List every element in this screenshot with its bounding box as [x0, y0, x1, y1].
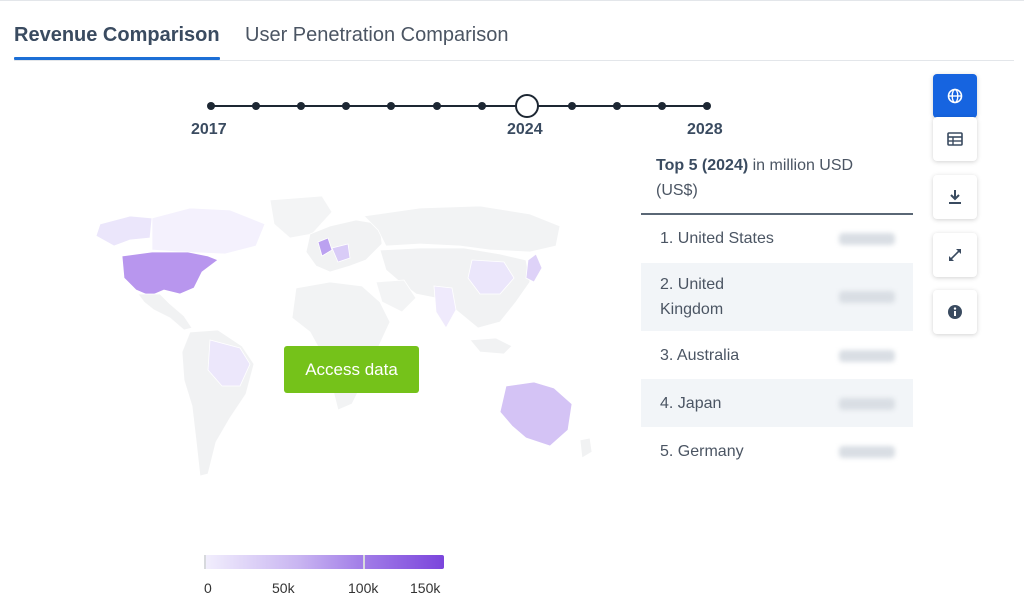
tab-bar: Revenue Comparison User Penetration Comp… [14, 22, 1014, 61]
download-button[interactable] [933, 175, 977, 219]
legend-label-0: 0 [204, 580, 212, 596]
country-united-states [121, 251, 219, 297]
info-button[interactable] [933, 290, 977, 334]
top5-title-bold: Top 5 (2024) [656, 157, 749, 174]
timeline-end-label: 2028 [687, 121, 723, 138]
top5-row: 3. Australia [641, 331, 913, 379]
timeline-dot-2025[interactable] [568, 102, 576, 110]
timeline-dot-2021[interactable] [387, 102, 395, 110]
access-data-button[interactable]: Access data [284, 346, 419, 393]
timeline-dot-2026[interactable] [613, 102, 621, 110]
country-australia [499, 381, 573, 447]
timeline-start-label: 2017 [191, 121, 227, 138]
tab-revenue-comparison[interactable]: Revenue Comparison [14, 24, 220, 60]
top5-row-label: 3. Australia [660, 347, 740, 364]
country-canada [151, 207, 266, 255]
country-mexico [137, 293, 193, 331]
top5-row: 4. Japan [641, 379, 913, 427]
country-japan [525, 253, 543, 283]
top5-row: 5. Germany [641, 427, 913, 475]
table-icon [947, 132, 963, 146]
top5-row-value-blurred [839, 350, 895, 362]
legend-label-50k: 50k [272, 580, 295, 596]
top-border [0, 0, 1024, 1]
info-icon [948, 305, 962, 319]
table-view-button[interactable] [933, 117, 977, 161]
expand-icon [949, 249, 961, 261]
country-russia [363, 205, 561, 253]
top5-title: Top 5 (2024) in million USD (US$) [656, 153, 896, 203]
timeline-selected-label: 2024 [507, 121, 543, 138]
legend-tick [204, 555, 206, 569]
timeline-dot-2022[interactable] [433, 102, 441, 110]
top5-row-value-blurred [839, 291, 895, 303]
world-map [95, 195, 593, 477]
timeline-dot-2027[interactable] [658, 102, 666, 110]
map-view-button[interactable] [933, 74, 977, 118]
legend-gradient-bar [204, 555, 444, 569]
year-timeline: 2017 2024 2028 [190, 85, 730, 145]
timeline-handle-selected[interactable] [515, 94, 539, 118]
fullscreen-button[interactable] [933, 233, 977, 277]
legend-label-100k: 100k [348, 580, 379, 596]
top5-row-label: 1. United States [660, 230, 774, 247]
timeline-track [211, 105, 708, 107]
download-icon [949, 190, 961, 204]
top5-row: 1. United States [641, 215, 913, 263]
timeline-dot-2020[interactable] [342, 102, 350, 110]
tab-user-penetration-comparison[interactable]: User Penetration Comparison [245, 24, 508, 47]
top5-row-value-blurred [839, 233, 895, 245]
globe-icon [947, 88, 963, 104]
region-indonesia [469, 337, 513, 355]
timeline-dot-2018[interactable] [252, 102, 260, 110]
country-new-zealand [579, 437, 593, 459]
top5-row-label: 2. United Kingdom [660, 276, 725, 318]
top5-row-label: 5. Germany [660, 443, 744, 460]
top5-row-label: 4. Japan [660, 395, 722, 412]
country-india [433, 285, 457, 329]
legend-label-150k: 150k [410, 580, 441, 596]
top5-row: 2. United Kingdom [641, 263, 913, 331]
timeline-dot-2019[interactable] [297, 102, 305, 110]
timeline-dot-2017[interactable] [207, 102, 215, 110]
legend-tick [363, 555, 365, 569]
country-alaska [95, 215, 153, 247]
timeline-dot-2023[interactable] [478, 102, 486, 110]
top5-row-value-blurred [839, 398, 895, 410]
top5-row-value-blurred [839, 446, 895, 458]
timeline-dot-2028[interactable] [703, 102, 711, 110]
